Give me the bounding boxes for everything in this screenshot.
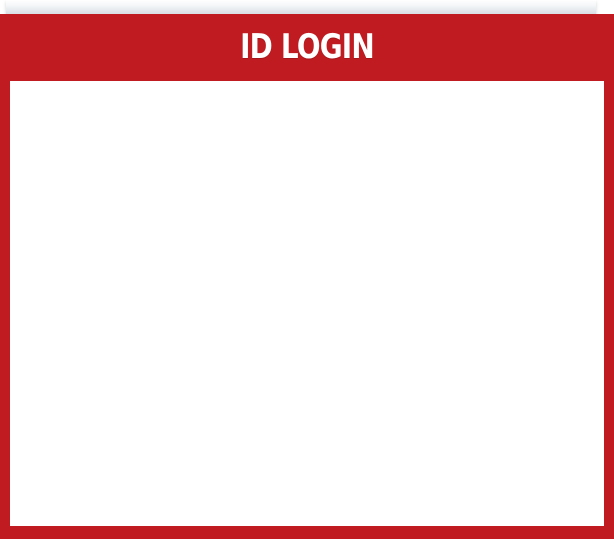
login-page: ID LOGIN [0, 0, 614, 539]
login-content-area [10, 81, 604, 526]
panel-title: ID LOGIN [240, 27, 375, 67]
id-login-panel: ID LOGIN [0, 14, 614, 539]
top-shadow-strip [6, 0, 596, 14]
